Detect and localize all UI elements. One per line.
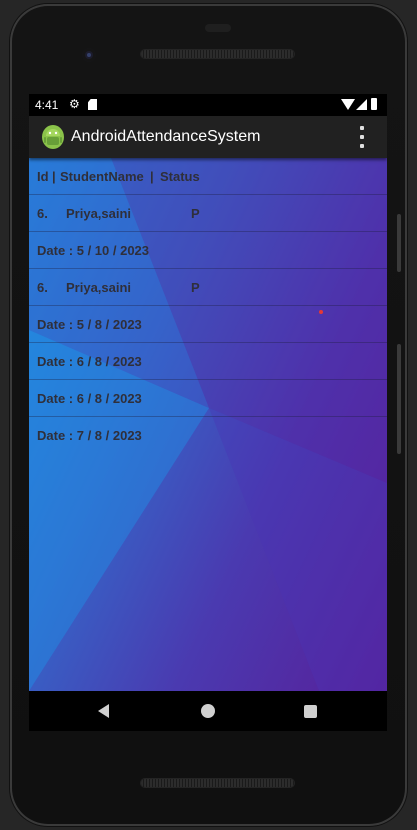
header-student-name: StudentName (60, 169, 144, 184)
header-separator: | (52, 169, 56, 184)
attendance-date: Date : 7 / 8 / 2023 (37, 428, 142, 443)
recents-icon[interactable] (304, 705, 317, 718)
sd-card-icon (88, 99, 97, 110)
front-camera (82, 48, 96, 62)
overflow-menu-icon[interactable] (359, 126, 365, 148)
list-item[interactable]: 6. Priya,saini P (29, 269, 387, 306)
student-id: 6. (37, 206, 48, 221)
list-item[interactable]: Date : 7 / 8 / 2023 (29, 417, 387, 453)
top-speaker (141, 50, 294, 58)
attendance-date: Date : 6 / 8 / 2023 (37, 354, 142, 369)
earpiece (205, 24, 231, 32)
status-bar: 4:41 ⚙ (29, 94, 387, 116)
home-icon[interactable] (201, 704, 215, 718)
student-name: Priya,saini (66, 280, 132, 295)
list-header: Id | StudentName | Status (29, 158, 387, 195)
bottom-speaker (141, 779, 294, 787)
gear-icon: ⚙ (69, 97, 80, 111)
touch-marker (319, 310, 323, 314)
student-name: Priya,saini (66, 206, 132, 221)
wifi-icon (341, 99, 355, 110)
header-id: Id (37, 169, 49, 184)
attendance-date: Date : 5 / 8 / 2023 (37, 317, 142, 332)
list-item[interactable]: Date : 6 / 8 / 2023 (29, 380, 387, 417)
list-item[interactable]: Date : 5 / 10 / 2023 (29, 232, 387, 269)
attendance-date: Date : 6 / 8 / 2023 (37, 391, 142, 406)
attendance-status: P (191, 280, 200, 295)
app-bar: AndroidAttendanceSystem (29, 116, 387, 158)
back-icon[interactable] (98, 704, 109, 718)
android-icon (42, 125, 64, 149)
attendance-date: Date : 5 / 10 / 2023 (37, 243, 150, 258)
attendance-status: P (191, 206, 200, 221)
header-status: Status (160, 169, 200, 184)
signal-icon (356, 99, 367, 110)
list-item[interactable]: Date : 6 / 8 / 2023 (29, 343, 387, 380)
header-separator: | (150, 169, 154, 184)
device-screen: 4:41 ⚙ AndroidAttendanceSystem Id | Stud… (29, 94, 387, 731)
battery-icon (371, 98, 377, 110)
status-time: 4:41 (35, 98, 59, 112)
power-button (397, 344, 401, 454)
list-item[interactable]: 6. Priya,saini P (29, 195, 387, 232)
app-title: AndroidAttendanceSystem (71, 128, 261, 145)
list-item[interactable]: Date : 5 / 8 / 2023 (29, 306, 387, 343)
navigation-bar (29, 691, 387, 731)
volume-button (397, 214, 401, 272)
student-id: 6. (37, 280, 48, 295)
attendance-list: Id | StudentName | Status 6. Priya,saini… (29, 158, 387, 691)
